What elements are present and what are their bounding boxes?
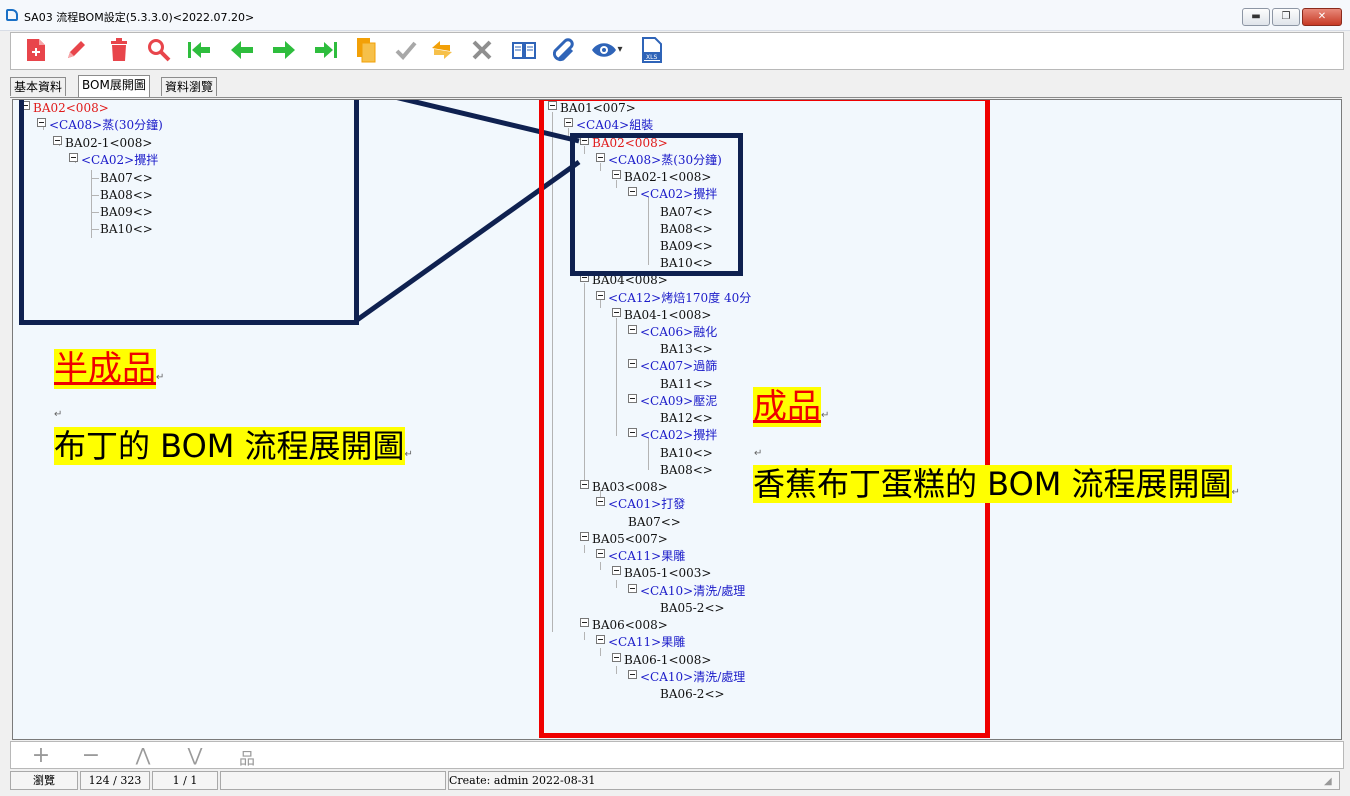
para-mark: ↵ (821, 410, 830, 421)
last-icon[interactable] (313, 37, 339, 63)
semi-product-text: 半成品 (54, 349, 156, 389)
status-record: 124 / 323 (80, 771, 150, 790)
prev-icon[interactable] (229, 37, 255, 63)
status-blank (220, 771, 446, 790)
tab-bom-expand[interactable]: BOM展開圖 (78, 75, 150, 97)
resize-grip-icon[interactable]: ◢ (1324, 776, 1338, 788)
next-icon[interactable] (271, 37, 297, 63)
bom-tree-panel: BA02<008> <CA08>蒸(30分鐘) BA02-1<008> <CA0… (12, 99, 1342, 740)
remove-node-icon[interactable]: − (79, 743, 103, 768)
book-icon[interactable] (511, 37, 537, 63)
search-icon[interactable] (146, 37, 172, 63)
title-bar: SA03 流程BOM設定(5.3.3.0)<2022.07.20> ▬ ❐ ✕ (0, 0, 1350, 31)
status-bar: 瀏覽 124 / 323 1 / 1 Create: admin 2022-08… (10, 770, 1342, 790)
confirm-icon[interactable] (393, 37, 419, 63)
product-text: 成品 (753, 387, 821, 427)
delete-icon[interactable] (106, 37, 132, 63)
para-mark: ↵ (404, 449, 413, 460)
view-dropdown-icon[interactable]: ▾ (615, 37, 625, 63)
status-create: Create: admin 2022-08-31 (448, 771, 1340, 790)
semi-product-highlight-box (19, 100, 359, 325)
minimize-button[interactable]: ▬ (1242, 8, 1270, 26)
close-button[interactable]: ✕ (1302, 8, 1342, 26)
excel-icon[interactable]: XLS (639, 37, 665, 63)
move-down-icon[interactable]: ⋁ (183, 745, 207, 766)
semi-desc-text: 布丁的 BOM 流程展開圖 (54, 427, 405, 465)
tree-structure-icon[interactable]: 品 (235, 745, 259, 769)
para-mark: ↵ (1231, 487, 1240, 498)
cancel-icon[interactable] (469, 37, 495, 63)
toolbar: ▾ XLS (10, 32, 1344, 70)
semi-product-description: 布丁的 BOM 流程展開圖↵ (54, 427, 413, 465)
new-icon[interactable] (23, 37, 49, 63)
refresh-icon[interactable] (429, 37, 455, 63)
tab-bar: 基本資料 BOM展開圖 資料瀏覽 (10, 73, 1342, 98)
copy-icon[interactable] (353, 37, 379, 63)
edit-icon[interactable] (63, 37, 89, 63)
status-page: 1 / 1 (152, 771, 218, 790)
status-create-text: Create: admin 2022-08-31 (449, 774, 596, 787)
product-desc-text: 香蕉布丁蛋糕的 BOM 流程展開圖 (753, 465, 1232, 503)
window-title: SA03 流程BOM設定(5.3.3.0)<2022.07.20> (24, 11, 255, 24)
move-up-icon[interactable]: ⋀ (131, 745, 155, 766)
tree-tool-bar: + − ⋀ ⋁ 品 (10, 741, 1344, 769)
product-description: 香蕉布丁蛋糕的 BOM 流程展開圖↵ (753, 465, 1240, 503)
view-icon[interactable] (591, 37, 617, 63)
add-node-icon[interactable]: + (29, 743, 53, 768)
app-icon (6, 9, 18, 21)
para-mark: ↵ (54, 409, 63, 420)
svg-text:XLS: XLS (646, 54, 657, 61)
tab-data-browse[interactable]: 資料瀏覽 (161, 77, 218, 96)
maximize-button[interactable]: ❐ (1272, 8, 1300, 26)
para-mark: ↵ (156, 372, 165, 383)
status-mode: 瀏覽 (10, 771, 78, 790)
attach-icon[interactable] (551, 37, 577, 63)
tab-basic-info[interactable]: 基本資料 (10, 77, 67, 96)
semi-product-label: 半成品↵ (54, 349, 165, 389)
product-label: 成品↵ (753, 387, 830, 427)
first-icon[interactable] (186, 37, 212, 63)
para-mark: ↵ (754, 448, 763, 459)
